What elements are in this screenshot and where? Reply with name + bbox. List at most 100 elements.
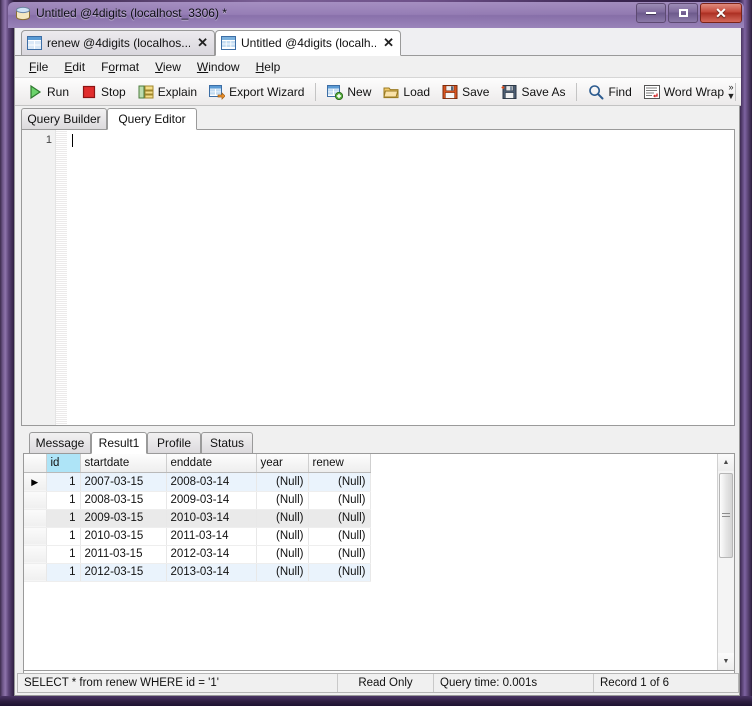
cell-renew[interactable]: (Null) <box>308 563 371 582</box>
table-row[interactable]: 1 2009-03-15 2010-03-14 (Null) (Null) <box>24 509 371 528</box>
new-document-icon <box>327 84 344 100</box>
query-tab-bar: Query Builder Query Editor <box>21 108 735 130</box>
menu-item-help[interactable]: Help <box>248 58 289 76</box>
export-wizard-label: Export Wizard <box>229 84 305 99</box>
table-row[interactable]: 1 2012-03-15 2013-03-14 (Null) (Null) <box>24 563 371 582</box>
cell-year[interactable]: (Null) <box>256 527 309 546</box>
grid-column-header-enddate[interactable]: enddate <box>166 454 257 473</box>
cell-enddate[interactable]: 2011-03-14 <box>166 527 257 546</box>
cell-renew[interactable]: (Null) <box>308 527 371 546</box>
cell-startdate[interactable]: 2009-03-15 <box>80 509 167 528</box>
sql-editor-panel[interactable]: 1 <box>21 129 735 426</box>
menu-item-window[interactable]: Window <box>189 58 248 76</box>
export-wizard-button[interactable]: Export Wizard <box>203 81 310 103</box>
scroll-up-arrow-icon[interactable]: ▲ <box>718 454 734 471</box>
load-label: Load <box>403 84 431 99</box>
tab-query-builder[interactable]: Query Builder <box>21 108 107 130</box>
cell-enddate[interactable]: 2008-03-14 <box>166 472 257 492</box>
document-tab-renew[interactable]: renew @4digits (localhos... ✕ <box>21 30 215 56</box>
tab-profile[interactable]: Profile <box>147 432 201 454</box>
cell-id[interactable]: 1 <box>46 509 81 528</box>
cell-enddate[interactable]: 2009-03-14 <box>166 491 257 510</box>
minimize-button[interactable] <box>636 3 666 23</box>
cell-id[interactable]: 1 <box>46 527 81 546</box>
cell-startdate[interactable]: 2008-03-15 <box>80 491 167 510</box>
save-label: Save <box>462 84 490 99</box>
menu-item-view[interactable]: View <box>147 58 189 76</box>
menu-item-format[interactable]: Format <box>93 58 147 76</box>
load-button[interactable]: Load <box>377 81 436 103</box>
menu-item-edit[interactable]: Edit <box>56 58 93 76</box>
save-disk-icon <box>442 84 458 100</box>
result-grid[interactable]: id startdate enddate year renew ▶ 1 2007… <box>24 454 371 582</box>
title-bar[interactable]: Untitled @4digits (localhost_3306) * ✕ <box>8 2 744 28</box>
table-row[interactable]: 1 2011-03-15 2012-03-14 (Null) (Null) <box>24 545 371 564</box>
grid-column-header-id[interactable]: id <box>46 454 81 473</box>
cell-id[interactable]: 1 <box>46 545 81 564</box>
menu-item-file[interactable]: File <box>21 58 56 76</box>
open-folder-icon <box>383 84 399 100</box>
tab-message[interactable]: Message <box>29 432 91 454</box>
grid-vertical-scrollbar[interactable]: ▲ ▼ <box>717 454 734 670</box>
cell-enddate[interactable]: 2013-03-14 <box>166 563 257 582</box>
cell-startdate[interactable]: 2011-03-15 <box>80 545 167 564</box>
tab-query-editor[interactable]: Query Editor <box>107 108 197 130</box>
document-tab-untitled[interactable]: Untitled @4digits (localh... ✕ <box>215 30 401 56</box>
cell-startdate[interactable]: 2012-03-15 <box>80 563 167 582</box>
run-button[interactable]: Run <box>21 81 75 103</box>
cell-renew[interactable]: (Null) <box>308 491 371 510</box>
row-indicator-current[interactable]: ▶ <box>24 472 47 492</box>
table-row[interactable]: 1 2008-03-15 2009-03-14 (Null) (Null) <box>24 491 371 510</box>
cell-renew[interactable]: (Null) <box>308 545 371 564</box>
row-indicator[interactable] <box>24 545 47 564</box>
toolbar-separator <box>576 82 578 101</box>
find-button[interactable]: Find <box>582 81 637 103</box>
close-tab-icon[interactable]: ✕ <box>195 35 208 51</box>
row-indicator[interactable] <box>24 509 47 528</box>
cell-renew[interactable]: (Null) <box>308 509 371 528</box>
stop-button[interactable]: Stop <box>75 81 132 103</box>
row-indicator[interactable] <box>24 527 47 546</box>
cell-year[interactable]: (Null) <box>256 472 309 492</box>
status-bar: SELECT * from renew WHERE id = '1' Read … <box>17 673 739 693</box>
grid-column-header-startdate[interactable]: startdate <box>80 454 167 473</box>
cell-id[interactable]: 1 <box>46 491 81 510</box>
result-grid-panel[interactable]: id startdate enddate year renew ▶ 1 2007… <box>23 453 735 671</box>
tab-result1[interactable]: Result1 <box>91 432 147 454</box>
save-as-button[interactable]: Save As <box>495 81 571 103</box>
cell-year[interactable]: (Null) <box>256 509 309 528</box>
scroll-down-arrow-icon[interactable]: ▼ <box>718 653 734 670</box>
close-icon: ✕ <box>715 5 727 21</box>
close-tab-icon[interactable]: ✕ <box>381 35 394 51</box>
cell-startdate[interactable]: 2010-03-15 <box>80 527 167 546</box>
cell-startdate[interactable]: 2007-03-15 <box>80 472 167 492</box>
toolbar-overflow-button[interactable]: » ▼ <box>723 78 739 106</box>
explain-button[interactable]: Explain <box>132 81 203 103</box>
cell-enddate[interactable]: 2012-03-14 <box>166 545 257 564</box>
save-button[interactable]: Save <box>436 81 495 103</box>
grid-column-header-renew[interactable]: renew <box>308 454 371 473</box>
cell-year[interactable]: (Null) <box>256 491 309 510</box>
cell-id[interactable]: 1 <box>46 563 81 582</box>
cell-year[interactable]: (Null) <box>256 545 309 564</box>
maximize-button[interactable] <box>668 3 698 23</box>
scrollbar-thumb[interactable] <box>719 473 733 558</box>
stop-square-icon <box>81 84 97 100</box>
new-button[interactable]: New <box>321 81 377 103</box>
tab-status[interactable]: Status <box>201 432 253 454</box>
close-button[interactable]: ✕ <box>700 3 742 23</box>
table-row[interactable]: 1 2010-03-15 2011-03-14 (Null) (Null) <box>24 527 371 546</box>
cell-enddate[interactable]: 2010-03-14 <box>166 509 257 528</box>
row-indicator[interactable] <box>24 491 47 510</box>
table-row[interactable]: ▶ 1 2007-03-15 2008-03-14 (Null) (Null) <box>24 472 371 492</box>
result-grid-viewport: id startdate enddate year renew ▶ 1 2007… <box>24 454 717 670</box>
explain-label: Explain <box>157 84 198 99</box>
tab-profile-label: Profile <box>156 436 191 450</box>
find-label: Find <box>608 84 632 99</box>
word-wrap-button[interactable]: Word Wrap <box>638 81 730 103</box>
cell-year[interactable]: (Null) <box>256 563 309 582</box>
row-indicator[interactable] <box>24 563 47 582</box>
cell-id[interactable]: 1 <box>46 472 81 492</box>
grid-column-header-year[interactable]: year <box>256 454 309 473</box>
cell-renew[interactable]: (Null) <box>308 472 371 492</box>
